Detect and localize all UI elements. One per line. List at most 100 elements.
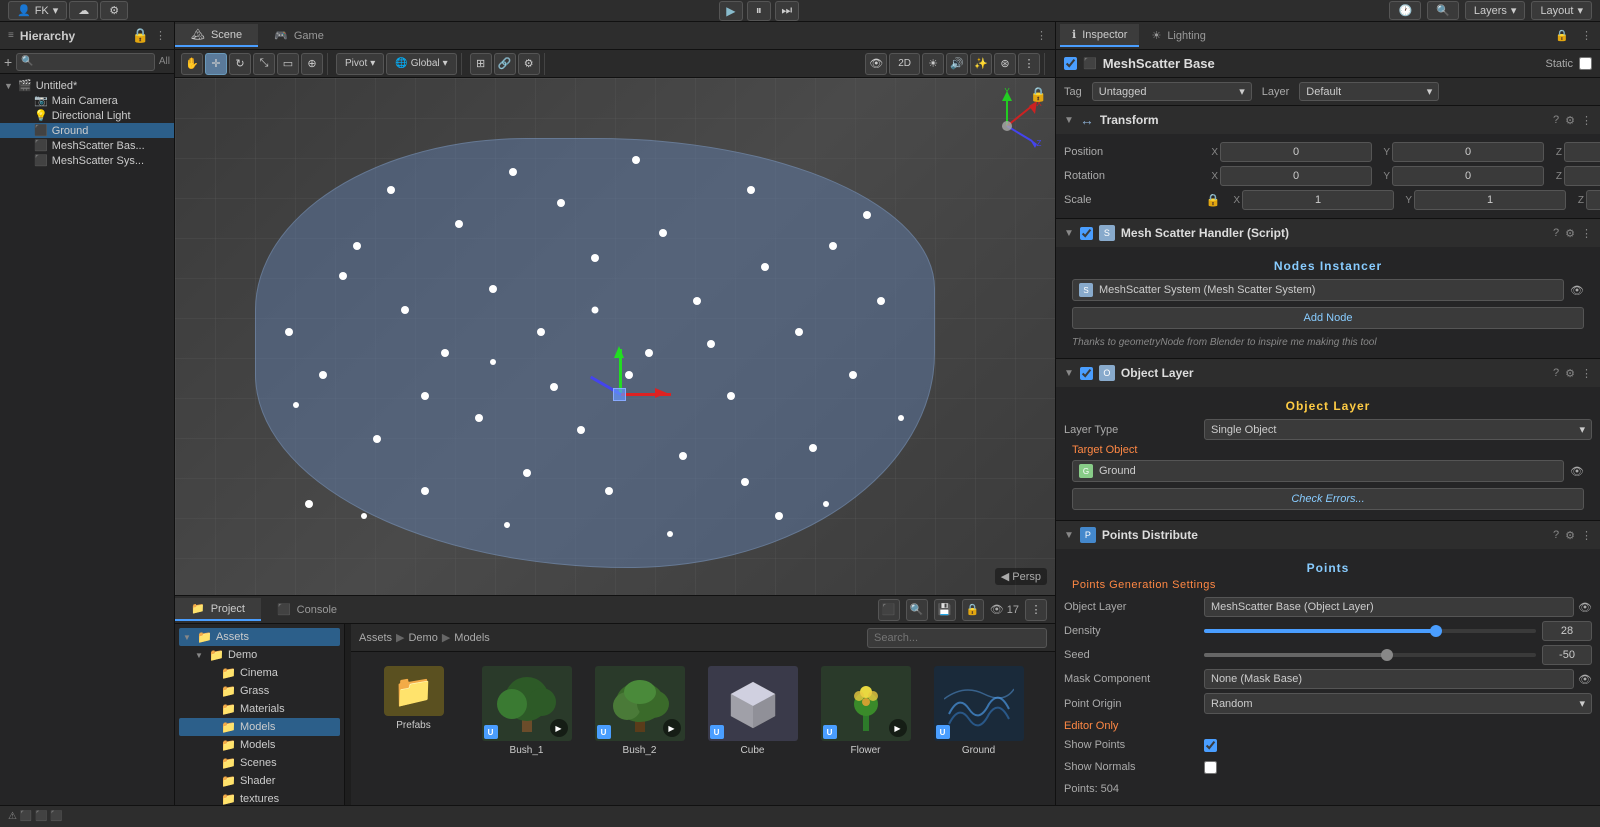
extra-button[interactable]: ⋮ <box>1018 53 1040 75</box>
viewport[interactable]: Y X Z 🔒 ◀ Persp <box>175 78 1055 595</box>
object-active-checkbox[interactable] <box>1064 57 1077 70</box>
density-input[interactable] <box>1542 621 1592 641</box>
inspector-tab[interactable]: ℹ Inspector <box>1060 24 1139 47</box>
layer-type-dropdown[interactable]: Single Object ▾ <box>1204 419 1592 440</box>
tree-item-assets[interactable]: ▼ 📁 Assets <box>179 628 340 646</box>
play-button[interactable]: ▶ <box>719 1 743 21</box>
object-layer-active-checkbox[interactable] <box>1080 367 1093 380</box>
mesh-scatter-header[interactable]: ▼ S Mesh Scatter Handler (Script) ? ⚙ ⋮ <box>1056 219 1600 247</box>
transform-help-icon[interactable]: ? <box>1553 114 1559 126</box>
bush2-play-btn[interactable]: ▶ <box>663 719 681 737</box>
tree-item-grass[interactable]: 📁 Grass <box>179 682 340 700</box>
scale-y-input[interactable] <box>1414 190 1566 210</box>
pos-x-input[interactable] <box>1220 142 1372 162</box>
transform-tool-button[interactable]: ⊕ <box>301 53 323 75</box>
game-tab[interactable]: 🎮 Game <box>258 25 340 46</box>
object-layer-header[interactable]: ▼ O Object Layer ? ⚙ ⋮ <box>1056 359 1600 387</box>
tree-item-cinema[interactable]: 📁 Cinema <box>179 664 340 682</box>
project-options-button[interactable]: ⋮ <box>1025 599 1047 621</box>
mesh-scatter-settings-icon[interactable]: ⚙ <box>1565 227 1575 240</box>
object-layer-settings-icon[interactable]: ⚙ <box>1565 367 1575 380</box>
inspector-menu-icon[interactable]: ⋮ <box>1577 29 1596 42</box>
lock-project-button[interactable]: 🔒 <box>962 599 984 621</box>
mesh-scatter-active-checkbox[interactable] <box>1080 227 1093 240</box>
viewport-lock-icon[interactable]: 🔒 <box>1030 86 1047 103</box>
asset-item-prefabs[interactable]: 📁 Prefabs <box>361 662 466 760</box>
hierarchy-lock-icon[interactable]: 🔒 <box>132 27 149 44</box>
search-button[interactable]: 🔍 <box>1427 1 1459 20</box>
points-menu-icon[interactable]: ⋮ <box>1581 529 1592 542</box>
rot-z-input[interactable] <box>1564 166 1600 186</box>
tree-item-demo[interactable]: ▼ 📁 Demo <box>179 646 340 664</box>
show-normals-checkbox[interactable] <box>1204 761 1217 774</box>
lighting-tab[interactable]: ☀ Lighting <box>1139 25 1217 46</box>
tree-item-scenes[interactable]: 📁 Models <box>179 736 340 754</box>
save-project-button[interactable]: 💾 <box>934 599 956 621</box>
add-hierarchy-button[interactable]: + <box>4 54 12 70</box>
global-button[interactable]: 🌐 Global▾ <box>386 53 456 75</box>
density-slider-thumb[interactable] <box>1430 625 1442 637</box>
persp-button[interactable]: 👁 <box>865 53 887 75</box>
hierarchy-item-meshscatter-base[interactable]: ⬛ MeshScatter Bas... <box>0 138 174 153</box>
settings-button[interactable]: ⚙ <box>100 1 128 20</box>
transform-settings-icon[interactable]: ⚙ <box>1565 114 1575 127</box>
mask-eye-icon[interactable]: 👁 <box>1578 673 1592 686</box>
layers-dropdown[interactable]: Layers▾ <box>1465 1 1526 20</box>
scale-x-input[interactable] <box>1242 190 1394 210</box>
scale-tool-button[interactable]: ⤡ <box>253 53 275 75</box>
history-button[interactable]: 🕐 <box>1389 1 1421 20</box>
layout-dropdown[interactable]: Layout▾ <box>1531 1 1592 20</box>
hierarchy-scene-root[interactable]: ▼ 🎬 Untitled* <box>0 78 174 93</box>
object-layer-menu-icon[interactable]: ⋮ <box>1581 367 1592 380</box>
snap-settings-button[interactable]: ⚙ <box>518 53 540 75</box>
add-node-button[interactable]: Add Node <box>1072 307 1584 329</box>
rect-tool-button[interactable]: ▭ <box>277 53 299 75</box>
tree-item-materials[interactable]: 📁 Materials <box>179 700 340 718</box>
favorites-button[interactable]: ⬛ <box>878 599 900 621</box>
account-button[interactable]: 👤 FK ▾ <box>8 1 67 20</box>
hierarchy-search[interactable]: 🔍 <box>16 53 155 71</box>
asset-item-bush1[interactable]: ▶ U Bush_1 <box>474 662 579 760</box>
density-slider[interactable] <box>1204 629 1536 633</box>
search-project-button[interactable]: 🔍 <box>906 599 928 621</box>
tree-item-textures[interactable]: 📁 Shader <box>179 772 340 790</box>
grid-button[interactable]: ⊞ <box>470 53 492 75</box>
lighting-button[interactable]: ☀ <box>922 53 944 75</box>
ground-ref-eye-icon[interactable]: 👁 <box>1570 465 1584 478</box>
transform-header[interactable]: ▼ ↔ Transform ? ⚙ ⋮ <box>1056 106 1600 134</box>
scene-options-icon[interactable]: ⋮ <box>1028 29 1055 42</box>
pos-y-input[interactable] <box>1392 142 1544 162</box>
static-checkbox[interactable] <box>1579 57 1592 70</box>
project-tab[interactable]: 📁 Project <box>175 598 261 621</box>
asset-search-input[interactable] <box>867 628 1047 648</box>
transform-menu-icon[interactable]: ⋮ <box>1581 114 1592 127</box>
asset-item-flower[interactable]: ▶ U Flower <box>813 662 918 760</box>
mesh-scatter-menu-icon[interactable]: ⋮ <box>1581 227 1592 240</box>
scene-tab[interactable]: 🏔 Scene <box>175 24 258 47</box>
step-button[interactable]: ⏭ <box>775 1 799 21</box>
tree-item-shader[interactable]: 📁 Scenes <box>179 754 340 772</box>
flower-play-btn[interactable]: ▶ <box>889 719 907 737</box>
points-settings-icon[interactable]: ⚙ <box>1565 529 1575 542</box>
move-tool-button[interactable]: ✛ <box>205 53 227 75</box>
system-ref-eye-icon[interactable]: 👁 <box>1570 284 1584 297</box>
tree-item-models[interactable]: 📁 Models <box>179 718 340 736</box>
rot-x-input[interactable] <box>1220 166 1372 186</box>
bush1-play-btn[interactable]: ▶ <box>550 719 568 737</box>
points-layer-eye-icon[interactable]: 👁 <box>1578 601 1592 614</box>
seed-slider-thumb[interactable] <box>1381 649 1393 661</box>
hierarchy-item-directional-light[interactable]: 💡 Directional Light <box>0 108 174 123</box>
pause-button[interactable]: ⏸ <box>747 1 771 21</box>
all-filter[interactable]: All <box>159 56 170 67</box>
object-layer-help-icon[interactable]: ? <box>1553 367 1559 379</box>
hand-tool-button[interactable]: ✋ <box>181 53 203 75</box>
pos-z-input[interactable] <box>1564 142 1600 162</box>
inspector-lock-icon[interactable]: 🔒 <box>1547 29 1577 42</box>
hierarchy-menu-icon[interactable]: ⋮ <box>155 29 166 42</box>
layer-dropdown[interactable]: Default ▾ <box>1299 82 1439 101</box>
asset-item-ground[interactable]: U Ground <box>926 662 1031 760</box>
tag-dropdown[interactable]: Untagged ▾ <box>1092 82 1252 101</box>
fx-button[interactable]: ✨ <box>970 53 992 75</box>
rotate-tool-button[interactable]: ↻ <box>229 53 251 75</box>
rot-y-input[interactable] <box>1392 166 1544 186</box>
